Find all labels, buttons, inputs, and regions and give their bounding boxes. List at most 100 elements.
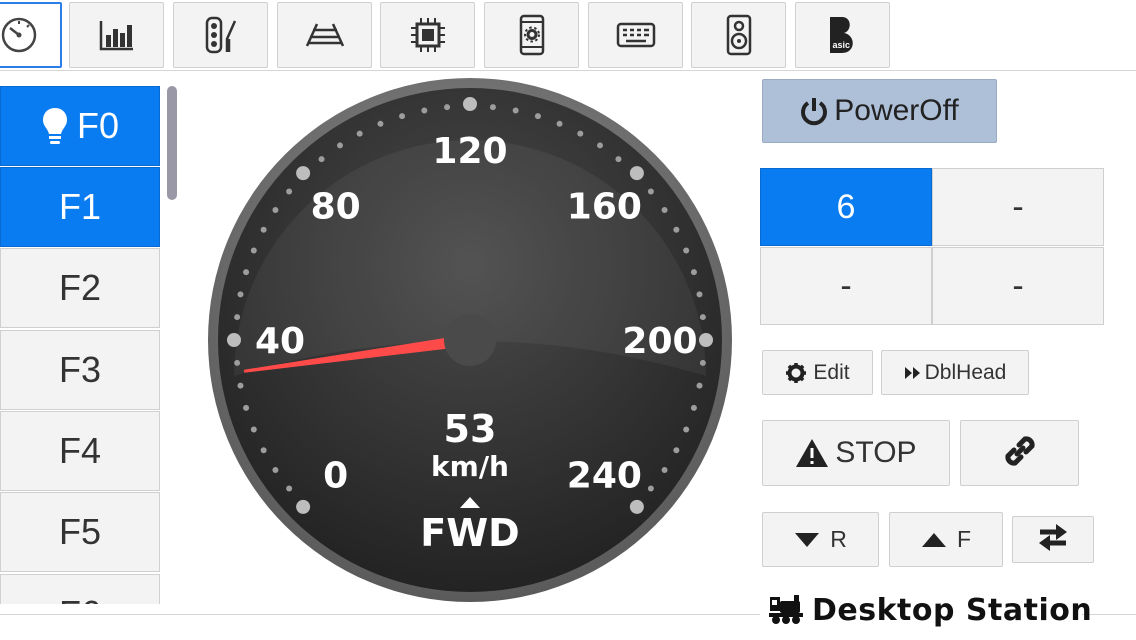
reverse-label: R	[830, 526, 847, 552]
exchange-arrows-icon	[1036, 522, 1070, 557]
power-off-button[interactable]: PowerOff	[762, 79, 997, 143]
edit-button[interactable]: Edit	[762, 350, 873, 395]
forward-button[interactable]: F	[889, 512, 1003, 567]
tab-bar: asic	[0, 0, 1136, 71]
footer-divider	[0, 614, 760, 615]
function-label: F6	[59, 593, 101, 604]
gauge-minor-dot	[421, 107, 428, 114]
speedometer-gauge[interactable]: 0 40 80 120 160 200 240 53 km/h FWD	[206, 76, 734, 604]
function-label: F1	[58, 186, 101, 227]
gauge-tick-label: 200	[622, 321, 697, 362]
loco-slot-value: -	[1012, 266, 1024, 305]
chip-icon	[408, 15, 448, 55]
forward-label: F	[956, 526, 972, 552]
gauge-tick-label: 40	[255, 321, 305, 362]
gauge-minor-dot	[673, 226, 680, 233]
gauge-minor-dot	[690, 404, 697, 411]
reverse-button[interactable]: R	[762, 512, 879, 567]
gauge-minor-dot	[696, 382, 703, 389]
function-button-f4[interactable]: F4	[0, 411, 160, 491]
gauge-major-dot	[296, 499, 311, 514]
power-icon	[800, 96, 828, 126]
keyboard-icon	[616, 21, 656, 49]
loco-slot-2[interactable]: -	[932, 168, 1104, 246]
function-button-f6[interactable]: F6	[0, 574, 160, 604]
toggle-direction-button[interactable]	[1012, 516, 1094, 563]
gauge-minor-dot	[673, 447, 680, 454]
gauge-minor-dot	[556, 120, 563, 127]
gauge-major-dot	[463, 97, 477, 111]
gauge-minor-dot	[336, 142, 343, 149]
function-button-f3[interactable]: F3	[0, 330, 160, 410]
gauge-minor-dot	[243, 404, 250, 411]
phone-settings-icon	[517, 14, 547, 56]
gauge-minor-dot	[250, 426, 257, 433]
tab-device[interactable]	[484, 2, 579, 68]
gauge-tick-label: 240	[567, 455, 642, 496]
stop-button[interactable]: STOP	[762, 420, 950, 486]
tab-statistics[interactable]	[69, 2, 164, 68]
tab-signals[interactable]	[173, 2, 268, 68]
gauge-major-dot	[227, 333, 241, 347]
speed-value: 53	[444, 407, 497, 451]
function-label: F5	[58, 511, 101, 552]
power-label: PowerOff	[834, 94, 959, 127]
function-button-f1[interactable]: F1	[0, 167, 160, 247]
loco-slot-4[interactable]: -	[932, 247, 1104, 325]
gauge-minor-dot	[647, 485, 654, 492]
gauge-minor-dot	[577, 130, 584, 137]
loco-slot-value: -	[840, 266, 852, 305]
gauge-minor-dot	[615, 156, 622, 163]
tab-keyboard[interactable]	[588, 2, 683, 68]
double-head-button[interactable]: DblHead	[881, 350, 1029, 395]
function-label: F0	[76, 105, 119, 146]
gauge-tick-label: 0	[323, 455, 348, 496]
basic-icon: asic	[828, 15, 858, 55]
gauge-minor-dot	[377, 120, 384, 127]
gauge-major-dot	[629, 166, 644, 181]
triangle-up-icon	[921, 532, 947, 548]
gauge-minor-dot	[597, 142, 604, 149]
speed-unit: km/h	[431, 450, 509, 483]
tab-basic[interactable]: asic	[795, 2, 890, 68]
function-button-f5[interactable]: F5	[0, 492, 160, 572]
gauge-minor-dot	[399, 113, 406, 120]
function-button-f0[interactable]: F0	[0, 86, 160, 166]
gauge-minor-dot	[512, 107, 519, 114]
speaker-icon	[725, 14, 753, 56]
speedometer-icon	[0, 15, 39, 55]
link-button[interactable]	[960, 420, 1079, 486]
loco-slot-1[interactable]: 6	[760, 168, 932, 246]
gauge-minor-dot	[234, 314, 241, 321]
tab-decoder[interactable]	[380, 2, 475, 68]
gauge-minor-dot	[286, 485, 293, 492]
loco-slot-3[interactable]: -	[760, 247, 932, 325]
gauge-tick-label: 120	[432, 131, 507, 172]
brand-logo: Desktop Station	[768, 590, 1092, 630]
tab-sound[interactable]	[691, 2, 786, 68]
loco-slot-value: 6	[836, 187, 856, 226]
function-button-f2[interactable]: F2	[0, 248, 160, 328]
gauge-hub	[444, 314, 496, 366]
gauge-minor-dot	[699, 359, 706, 366]
fast-forward-icon	[904, 366, 922, 380]
function-list-scrollbar-thumb[interactable]	[167, 86, 177, 200]
gear-icon	[785, 362, 807, 384]
gauge-tick-label: 160	[567, 187, 642, 228]
gauge-minor-dot	[356, 130, 363, 137]
gauge-minor-dot	[237, 291, 244, 298]
function-list: F0 F1 F2 F3 F4 F5 F6	[0, 86, 162, 604]
gauge-minor-dot	[237, 382, 244, 389]
gauge-minor-dot	[272, 206, 279, 213]
gauge-minor-dot	[683, 247, 690, 254]
triangle-down-icon	[794, 532, 820, 548]
bar-chart-icon	[99, 19, 135, 51]
gauge-minor-dot	[647, 188, 654, 195]
gauge-major-dot	[296, 166, 311, 181]
function-label: F4	[58, 430, 101, 471]
gauge-minor-dot	[534, 113, 541, 120]
brand-name: Desktop Station	[812, 592, 1093, 628]
tab-speedometer[interactable]	[0, 2, 62, 68]
tab-layout[interactable]	[277, 2, 372, 68]
gauge-minor-dot	[690, 269, 697, 276]
